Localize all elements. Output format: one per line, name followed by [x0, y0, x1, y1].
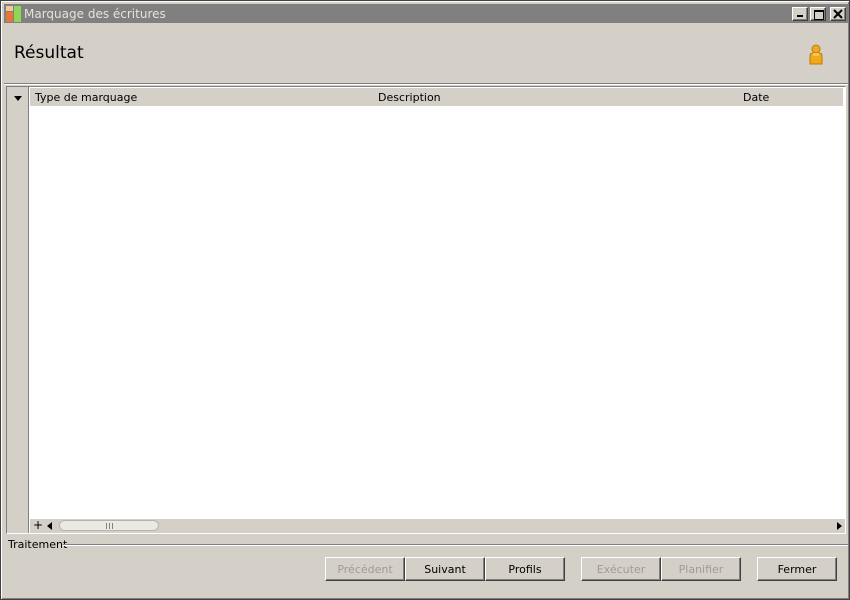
scroll-right-icon[interactable] [837, 522, 842, 530]
column-chooser-icon[interactable] [14, 96, 22, 101]
column-header-description[interactable]: Description [378, 91, 441, 104]
execute-button[interactable]: Exécuter [581, 557, 661, 581]
horizontal-scrollbar[interactable]: + [30, 519, 845, 533]
section-divider [63, 544, 848, 546]
grid-header: Type de marquage Description Date [30, 88, 843, 106]
minimize-button[interactable] [792, 6, 808, 21]
row-selector-column [7, 87, 29, 533]
section-label: Traitement [8, 538, 68, 551]
next-button[interactable]: Suivant [405, 557, 485, 581]
previous-button[interactable]: Précédent [325, 557, 405, 581]
grid-body[interactable] [30, 106, 845, 519]
title-bar[interactable]: Marquage des écritures [4, 4, 848, 23]
maximize-button[interactable] [810, 6, 826, 21]
results-grid[interactable]: Type de marquage Description Date + [6, 86, 846, 534]
person-icon[interactable] [807, 44, 825, 66]
app-icon [6, 5, 22, 22]
page-title: Résultat [14, 43, 84, 63]
column-header-type[interactable]: Type de marquage [35, 91, 137, 104]
scroll-thumb[interactable] [59, 520, 159, 531]
column-header-date[interactable]: Date [743, 91, 769, 104]
close-icon [833, 8, 843, 19]
scroll-left-icon[interactable] [47, 522, 52, 530]
expand-button[interactable]: + [32, 519, 44, 533]
close-button[interactable]: Fermer [757, 557, 837, 581]
close-window-button[interactable] [830, 6, 846, 21]
grip-icon [106, 523, 113, 529]
profiles-button[interactable]: Profils [485, 557, 565, 581]
header-separator [4, 83, 848, 85]
main-window: Marquage des écritures Résultat Type de … [0, 0, 850, 600]
schedule-button[interactable]: Planifier [661, 557, 741, 581]
window-title: Marquage des écritures [24, 6, 166, 21]
